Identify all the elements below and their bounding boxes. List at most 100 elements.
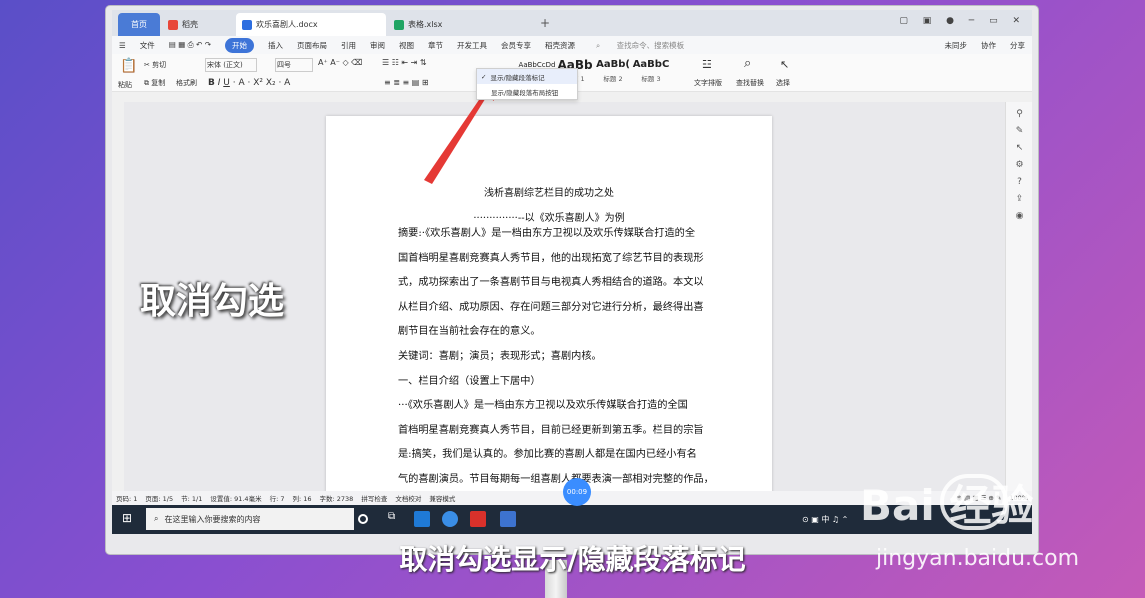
tab-daoke[interactable]: 稻壳 xyxy=(162,13,234,36)
proofread-button[interactable]: 文档校对 xyxy=(395,493,421,503)
new-tab-button[interactable]: + xyxy=(540,16,550,30)
search-icon: ⌕ xyxy=(154,514,159,523)
windows-start-icon[interactable]: ⊞ xyxy=(122,511,132,525)
doc-line: 关键词：喜剧；演员；表现形式；喜剧内核。 xyxy=(398,350,602,362)
tab-bar: 首页 稻壳 欢乐喜剧人.docx 表格.xlsx + ▢ ▣ ● ─ ▭ ✕ xyxy=(112,10,1032,36)
pin-icon[interactable]: ⚲ xyxy=(1006,109,1032,119)
dropdown-item-label: 显示/隐藏段落标记 xyxy=(490,73,545,82)
command-search-label: 查找命令、搜索模板 xyxy=(616,40,685,50)
doc-line: 式，成功探索出了一条喜剧节目与电视真人秀相结合的道路。本文以 xyxy=(398,277,704,289)
menu-member[interactable]: 会员专享 xyxy=(501,40,531,51)
font-select[interactable]: 宋体 (正文) xyxy=(205,58,257,72)
tab-xlsx[interactable]: 表格.xlsx xyxy=(388,13,538,36)
menu-daoke[interactable]: 稻壳资源 xyxy=(545,40,575,51)
sync-status[interactable]: 未同步 xyxy=(945,40,968,51)
menu-layout[interactable]: 页面布局 xyxy=(297,40,327,51)
paste-icon[interactable]: 📋 xyxy=(120,58,137,74)
caption: 取消勾选显示/隐藏段落标记 xyxy=(399,543,746,576)
scissors-icon: ✂ xyxy=(144,61,150,69)
doc-line: 剧节目在当前社会存在的意义。 xyxy=(398,326,541,338)
menu-reference[interactable]: 引用 xyxy=(341,40,356,51)
doc-line: 首档明星喜剧竞赛真人秀节目，目前已经更新到第五季。栏目的宗旨 xyxy=(398,424,704,436)
style-h2[interactable]: AaBb( 标题 2 xyxy=(594,58,632,84)
status-row: 行: 7 xyxy=(269,495,285,503)
menu-chapter[interactable]: 章节 xyxy=(428,40,443,51)
copy-button[interactable]: ⧉ 复制 xyxy=(144,78,165,88)
paste-button[interactable]: 粘贴 xyxy=(118,80,132,90)
status-pages: 页面: 1/5 xyxy=(145,495,174,503)
edge-icon[interactable] xyxy=(414,511,430,527)
menu-devtools[interactable]: 开发工具 xyxy=(457,40,487,51)
edit-icon[interactable]: ✎ xyxy=(1006,126,1032,136)
spellcheck-button[interactable]: 拼写检查 xyxy=(361,493,387,503)
doc-app-icon[interactable] xyxy=(500,511,516,527)
dropdown-item-label: 显示/隐藏段落布局按钮 xyxy=(491,88,559,97)
document-page[interactable]: 浅析喜剧综艺栏目的成功之处 ··············--以《欢乐喜剧人》为例… xyxy=(326,116,772,496)
status-setvalue: 设置值: 91.4毫米 xyxy=(210,495,262,503)
doc-body: 摘要:·《欢乐喜剧人》是一档由东方卫视以及欢乐传媒联合打造的全 国首档明星喜剧竞… xyxy=(398,222,714,493)
taskview-icon[interactable]: ⧉ xyxy=(388,511,404,527)
window-controls[interactable]: ▢ ▣ ● ─ ▭ ✕ xyxy=(899,16,1026,26)
style-name: 标题 2 xyxy=(603,75,623,83)
share-icon[interactable]: ⇪ xyxy=(1006,194,1032,204)
copy-icon: ⧉ xyxy=(144,79,149,87)
compat-mode: 兼容模式 xyxy=(429,495,456,503)
pointer-icon[interactable]: ↖ xyxy=(1006,143,1032,153)
doc-line: 从栏目介绍、成功原因、存在问题三部分对它进行分析，最终得出喜 xyxy=(398,301,704,313)
tab-docx[interactable]: 欢乐喜剧人.docx xyxy=(236,13,386,36)
vertical-ruler[interactable] xyxy=(112,102,124,491)
doc-line: 气的喜剧演员。节目每期每一组喜剧人都要表演一部相对完整的作品， xyxy=(398,473,714,485)
menu-view[interactable]: 视图 xyxy=(399,40,414,51)
taskbar-search[interactable]: ⌕ 在这里输入你要搜索的内容 xyxy=(146,508,354,530)
collab-button[interactable]: 协作 xyxy=(981,40,996,51)
cortana-icon[interactable] xyxy=(358,514,368,524)
doc-line: ···《欢乐喜剧人》是一档由东方卫视以及欢乐传媒联合打造的全国 xyxy=(398,400,688,412)
toggle-paragraph-marks[interactable]: ✓ 显示/隐藏段落标记 xyxy=(477,69,577,84)
font-style-buttons[interactable]: B I U · A · X² X₂ · A xyxy=(208,78,290,88)
right-sidebar: ⚲ ✎ ↖ ⚙ ? ⇪ ◉ xyxy=(1005,102,1032,491)
status-page: 页码: 1 xyxy=(116,495,138,503)
search-icon: ⌕ xyxy=(596,40,601,50)
word-icon xyxy=(242,19,252,30)
menu-insert[interactable]: 插入 xyxy=(268,40,283,51)
share-button[interactable]: 分享 xyxy=(1010,40,1025,51)
toggle-layout-buttons[interactable]: 显示/隐藏段落布局按钮 xyxy=(477,84,577,99)
daoke-icon xyxy=(168,19,178,30)
menu-home[interactable]: 开始 xyxy=(225,37,255,53)
text-layout-icon[interactable]: ☳ xyxy=(702,58,712,71)
system-tray-icons[interactable]: ⊙ ▣ 中 ♫ ⌃ xyxy=(802,514,848,525)
browser-icon[interactable] xyxy=(442,511,458,527)
status-wordcount[interactable]: 字数: 2738 xyxy=(320,493,354,503)
wps-icon[interactable] xyxy=(470,511,486,527)
list-buttons[interactable]: ☰ ☷ ⇤ ⇥ ⇅ xyxy=(382,58,427,67)
location-icon[interactable]: ◉ xyxy=(1006,211,1032,221)
tab-home[interactable]: 首页 xyxy=(118,13,160,36)
select-button[interactable]: 选择 xyxy=(776,78,790,88)
style-sample: AaBb( xyxy=(596,59,630,70)
help-icon[interactable]: ? xyxy=(1006,177,1032,187)
quick-access-icons[interactable]: ▤ ▦ ⎙ ↶ ↷ xyxy=(169,40,211,50)
menu-review[interactable]: 审阅 xyxy=(370,40,385,51)
size-select[interactable]: 四号 xyxy=(275,58,313,72)
taskbar-search-placeholder: 在这里输入你要搜索的内容 xyxy=(164,514,261,524)
align-buttons[interactable]: ≡ ≣ ≡ ▤ ⊞ xyxy=(384,78,429,87)
find-replace-button[interactable]: 查找替换 xyxy=(736,78,764,88)
cursor-icon[interactable]: ↖ xyxy=(780,58,789,71)
search-icon[interactable]: ⌕ xyxy=(744,56,751,71)
menu-bar: ☰ 文件 ▤ ▦ ⎙ ↶ ↷ 开始 插入 页面布局 引用 审阅 视图 章节 开发… xyxy=(112,36,1032,54)
style-h3[interactable]: AaBbC 标题 3 xyxy=(632,58,670,84)
video-timer: 00:09 xyxy=(563,478,591,506)
status-section: 节: 1/1 xyxy=(181,495,203,503)
menu-file[interactable]: 文件 xyxy=(140,40,155,51)
sheet-icon xyxy=(394,19,404,30)
doc-line: 是:搞笑，我们是认真的。参加比赛的喜剧人都是在国内已经小有名 xyxy=(398,449,697,461)
tab-label: 稻壳 xyxy=(182,20,198,29)
menu-icon[interactable]: ☰ xyxy=(119,41,126,50)
settings-icon[interactable]: ⚙ xyxy=(1006,160,1032,170)
font-grow-shrink[interactable]: A⁺ A⁻ ◇ ⌫ xyxy=(318,58,362,67)
command-search[interactable]: ⌕ 查找命令、搜索模板 xyxy=(589,40,691,51)
cut-button[interactable]: ✂ 剪切 xyxy=(144,60,166,70)
format-painter-button[interactable]: 格式刷 xyxy=(176,78,197,88)
doc-title: 浅析喜剧综艺栏目的成功之处 xyxy=(484,188,614,199)
text-layout-button[interactable]: 文字排版 xyxy=(694,78,722,88)
